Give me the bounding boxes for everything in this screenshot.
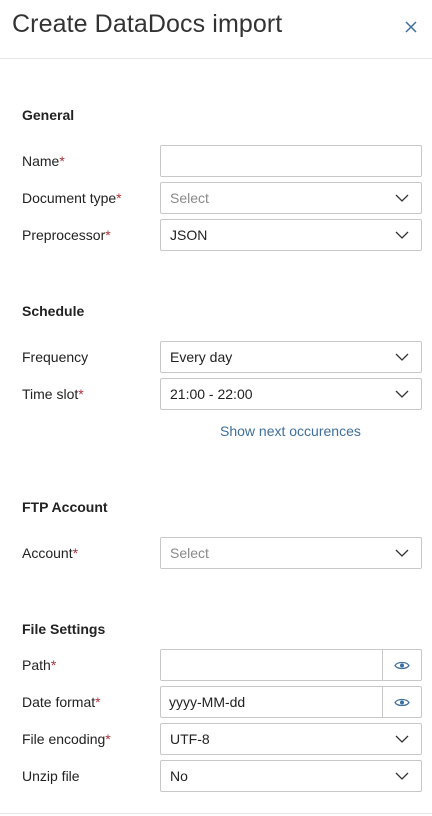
footer-divider [0,813,432,814]
path-field[interactable] [160,649,422,681]
unzip-file-value: No [170,768,188,784]
chevron-down-icon [395,231,409,239]
unzip-file-select[interactable]: No [160,760,422,792]
document-type-select[interactable]: Select [160,182,422,214]
file-encoding-label: File encoding* [22,731,111,747]
show-next-occurences-link[interactable]: Show next occurences [220,423,361,439]
preprocessor-select[interactable]: JSON [160,219,422,251]
file-encoding-select[interactable]: UTF-8 [160,723,422,755]
frequency-value: Every day [170,349,233,365]
required-marker: * [105,227,111,243]
preprocessor-label: Preprocessor* [22,227,111,243]
frequency-label: Frequency [22,349,89,365]
name-field[interactable] [160,145,422,177]
account-value: Select [170,545,209,561]
time-slot-select[interactable]: 21:00 - 22:00 [160,378,422,410]
frequency-select[interactable]: Every day [160,341,422,373]
chevron-down-icon [395,549,409,557]
date-format-input[interactable] [161,687,383,717]
chevron-down-icon [395,390,409,398]
account-select[interactable]: Select [160,537,422,569]
eye-icon [394,661,410,669]
file-encoding-value: UTF-8 [170,731,210,747]
preprocessor-value: JSON [170,227,208,243]
chevron-down-icon [395,772,409,780]
dialog-title: Create DataDocs import [12,10,283,38]
path-preview-button[interactable] [382,650,421,680]
chevron-down-icon [395,353,409,361]
required-marker: * [72,545,79,561]
section-title-general: General [22,107,75,123]
required-marker: * [59,153,65,169]
document-type-label: Document type* [22,190,122,206]
name-label: Name* [22,153,65,169]
required-marker: * [116,190,122,206]
path-label: Path* [22,657,57,673]
required-marker: * [50,657,57,673]
chevron-down-icon [395,194,409,202]
section-title-schedule: Schedule [22,303,85,319]
required-marker: * [78,386,84,402]
chevron-down-icon [395,735,409,743]
required-marker: * [95,694,101,710]
section-title-file-settings: File Settings [22,621,106,637]
date-format-field[interactable] [160,686,422,718]
path-input[interactable] [161,650,383,680]
time-slot-value: 21:00 - 22:00 [170,386,253,402]
name-input[interactable] [161,146,421,176]
unzip-file-label: Unzip file [22,768,80,784]
required-marker: * [105,731,111,747]
account-label: Account* [22,545,79,561]
section-title-ftp-account: FTP Account [22,499,108,515]
dialog-header: Create DataDocs import [0,0,432,59]
document-type-value: Select [170,190,209,206]
eye-icon [394,698,410,706]
time-slot-label: Time slot* [22,386,84,402]
close-icon[interactable] [403,19,419,35]
date-format-preview-button[interactable] [382,687,421,717]
date-format-label: Date format* [22,694,101,710]
